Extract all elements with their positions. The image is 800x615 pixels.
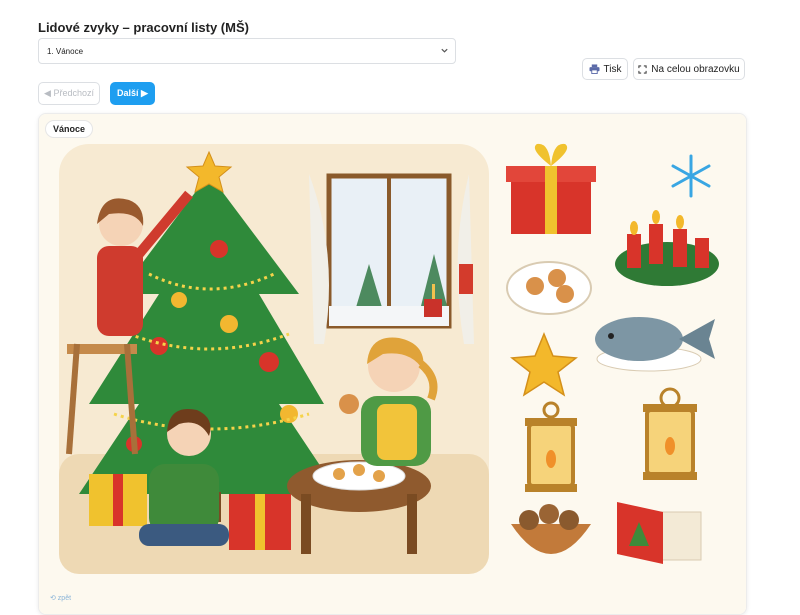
worksheet-select[interactable]: 1. Vánoce — [38, 38, 456, 64]
snowflake-icon — [671, 154, 711, 198]
fullscreen-icon — [638, 64, 647, 74]
star-icon — [510, 332, 578, 397]
lantern-icon — [643, 387, 697, 480]
worksheet-card: Vánoce — [38, 113, 747, 615]
worksheet-select-value: 1. Vánoce — [47, 46, 84, 56]
chevron-down-icon — [440, 46, 449, 55]
cookies-plate-icon — [506, 261, 592, 315]
print-button[interactable]: Tisk — [582, 58, 628, 80]
print-button-label: Tisk — [603, 63, 622, 75]
worksheet-image — [39, 114, 746, 614]
footer-link[interactable]: ⟲ zpět — [50, 594, 71, 602]
fullscreen-button-label: Na celou obrazovku — [651, 63, 740, 75]
christmas-card-icon — [617, 502, 702, 564]
card-badge: Vánoce — [45, 120, 94, 138]
fullscreen-button[interactable]: Na celou obrazovku — [633, 58, 745, 80]
page-title: Lidové zvyky – pracovní listy (MŠ) — [38, 20, 249, 35]
walnuts-bowl-icon — [511, 504, 591, 554]
fish-icon — [595, 317, 715, 372]
printer-icon — [589, 64, 600, 74]
advent-wreath-icon — [615, 210, 719, 286]
lantern-icon — [525, 401, 577, 492]
previous-button[interactable]: ◀ Předchozí — [38, 82, 100, 105]
christmas-scene-illustration — [59, 144, 489, 574]
gift-icon — [506, 143, 596, 234]
next-button[interactable]: Další ▶ — [110, 82, 155, 105]
